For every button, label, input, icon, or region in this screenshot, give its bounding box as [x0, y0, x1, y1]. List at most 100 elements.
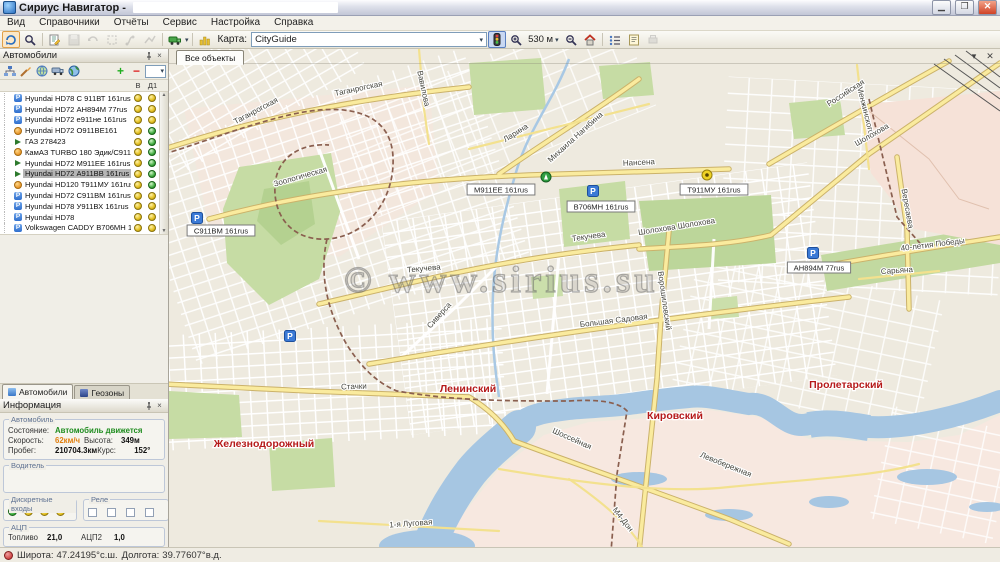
- svg-text:P: P: [194, 213, 200, 223]
- fuel-label: Топливо: [8, 533, 44, 542]
- status-bar: Широта: 47.24195°с.ш. Долгота: 39.77607°…: [0, 547, 1000, 562]
- van-icon[interactable]: [50, 64, 65, 78]
- route-icon[interactable]: [122, 31, 140, 48]
- track-icon[interactable]: [141, 31, 159, 48]
- map-tab-close-icon[interactable]: ✕: [984, 50, 996, 62]
- zoom-out-icon[interactable]: [562, 31, 580, 48]
- refresh-icon[interactable]: [2, 31, 20, 48]
- undo-icon[interactable]: [84, 31, 102, 48]
- notes-icon[interactable]: [625, 31, 643, 48]
- map-select[interactable]: CityGuide ▾: [251, 32, 487, 47]
- vehicle-name: ГАЗ 278423: [23, 137, 131, 146]
- status-ball-b: [134, 116, 142, 124]
- status-ball-d1: [148, 192, 156, 200]
- info-close-icon[interactable]: ×: [154, 400, 165, 411]
- truck-dropdown-arrow[interactable]: ▾: [185, 36, 189, 44]
- vehicle-name: Hyundai HD120 Т911МУ 161rus: [23, 180, 131, 189]
- group-icon[interactable]: [2, 64, 17, 78]
- vehicle-name: Hyundai HD72 С911ВМ 161rus: [23, 191, 131, 200]
- menu-item-0[interactable]: Вид: [0, 16, 32, 30]
- menu-item-5[interactable]: Справка: [267, 16, 320, 30]
- close-panel-icon[interactable]: ×: [154, 50, 165, 61]
- relay-checkbox[interactable]: [145, 508, 154, 517]
- print-icon[interactable]: [644, 31, 662, 48]
- globe-icon[interactable]: [34, 64, 49, 78]
- world-icon[interactable]: [66, 64, 81, 78]
- select-area-icon[interactable]: [103, 31, 121, 48]
- menu-item-3[interactable]: Сервис: [156, 16, 204, 30]
- relay-checkbox[interactable]: [107, 508, 116, 517]
- vehicle-row[interactable]: PHyundai HD78: [0, 212, 159, 223]
- close-button[interactable]: ✕: [978, 0, 997, 15]
- status-ball-d1: [148, 127, 156, 135]
- state-label: Состояние:: [8, 426, 52, 435]
- vehicles-toolbar: + − ▾: [0, 63, 168, 80]
- vehicle-name: Hyundai HD72 М911ЕЕ 161rus: [23, 159, 131, 168]
- add-vehicle-button[interactable]: +: [113, 64, 128, 78]
- vehicle-row[interactable]: Hyundai HD120 Т911МУ 161rus: [0, 179, 159, 190]
- status-ball-b: [134, 105, 142, 113]
- home-icon[interactable]: [581, 31, 599, 48]
- vehicle-parking-icon: P: [13, 105, 23, 113]
- vehicle-row[interactable]: ГАЗ 278423: [0, 136, 159, 147]
- chart-icon[interactable]: [196, 31, 214, 48]
- status-ball-d1: [148, 170, 156, 178]
- vehicle-row[interactable]: PHyundai HD78 С 911ВТ 161rus: [0, 93, 159, 104]
- relay-checkbox[interactable]: [88, 508, 97, 517]
- zoom-level-select[interactable]: 530 м ▾: [526, 34, 561, 45]
- info-panel-title: Информация: [3, 400, 61, 411]
- menu-item-4[interactable]: Настройка: [204, 16, 267, 30]
- minimize-button[interactable]: ▁: [932, 0, 951, 15]
- map-area[interactable]: ТаганрогскаяТаганрогскаяЗоологическаяВав…: [169, 49, 1000, 547]
- relay-checkbox[interactable]: [126, 508, 135, 517]
- save-icon[interactable]: [65, 31, 83, 48]
- map-select-value: CityGuide: [255, 34, 297, 45]
- main-toolbar: ▾ Карта: CityGuide ▾ 530 м ▾: [0, 31, 1000, 49]
- pin-icon[interactable]: [143, 50, 154, 61]
- vehicle-marker-plate: М911ЕЕ 161rus: [474, 186, 528, 195]
- vehicles-panel-header: Автомобили ×: [0, 49, 168, 63]
- vehicle-row[interactable]: PHyundai HD72 С911ВМ 161rus: [0, 190, 159, 201]
- vehicles-panel-title: Автомобили: [3, 50, 57, 61]
- vehicle-row[interactable]: PVolkswagen CADDY В706МН 161rus: [0, 223, 159, 234]
- map-tab-dropdown-icon[interactable]: ▾: [968, 50, 980, 62]
- vehicle-row[interactable]: КамАЗ TURBO 180 Эдик/С911ЕС 61rus: [0, 147, 159, 158]
- map-select-arrow[interactable]: ▾: [480, 36, 484, 44]
- truck-icon[interactable]: [166, 31, 184, 48]
- traffic-light-icon[interactable]: [488, 31, 506, 48]
- longitude-value: 39.77607°в.д.: [162, 550, 221, 561]
- column-b-header[interactable]: В: [131, 81, 145, 90]
- vehicle-marker[interactable]: P: [285, 331, 296, 342]
- status-ball-b: [134, 159, 142, 167]
- course-label: Курс:: [97, 446, 131, 455]
- status-ball-b: [134, 224, 142, 232]
- vehicle-list-scrollbar[interactable]: ▲▼: [159, 92, 168, 234]
- filter-dropdown[interactable]: ▾: [145, 65, 166, 78]
- zoom-in-icon[interactable]: [507, 31, 525, 48]
- search-icon[interactable]: [21, 31, 39, 48]
- tab-vehicles[interactable]: Автомобили: [2, 384, 73, 399]
- vehicle-row[interactable]: PHyundai HD78 У911ВХ 161rus: [0, 201, 159, 212]
- edit-list-icon[interactable]: [46, 31, 64, 48]
- vehicle-name: Hyundai HD78 С 911ВТ 161rus: [23, 94, 131, 103]
- vehicle-row[interactable]: PHyundai HD72 е911не 161rus: [0, 115, 159, 126]
- vehicle-row[interactable]: Hyundai HD72 А911ВВ 161rus: [0, 169, 159, 180]
- remove-vehicle-button[interactable]: −: [129, 64, 144, 78]
- vehicle-row[interactable]: Hyundai HD72 О911ВЕ161: [0, 125, 159, 136]
- zoom-level-arrow[interactable]: ▾: [555, 36, 559, 44]
- vehicle-row[interactable]: PHyundai HD72 АН894М 77rus: [0, 104, 159, 115]
- status-ball-d1: [148, 202, 156, 210]
- menu-item-2[interactable]: Отчёты: [107, 16, 156, 30]
- vehicle-row[interactable]: Hyundai HD72 М911ЕЕ 161rus: [0, 158, 159, 169]
- driver-group-label: Водитель: [9, 461, 46, 470]
- district-label: Железнодорожный: [213, 438, 315, 450]
- legend-icon[interactable]: [606, 31, 624, 48]
- brush-icon[interactable]: [18, 64, 33, 78]
- menu-item-1[interactable]: Справочники: [32, 16, 107, 30]
- vehicle-parking-icon: P: [13, 192, 23, 200]
- tab-geozones[interactable]: Геозоны: [74, 385, 130, 399]
- restore-button[interactable]: ❐: [955, 0, 974, 15]
- info-pin-icon[interactable]: [143, 400, 154, 411]
- map-tab-all-objects[interactable]: Все объекты: [176, 50, 244, 65]
- column-d1-header[interactable]: Д1: [145, 81, 160, 90]
